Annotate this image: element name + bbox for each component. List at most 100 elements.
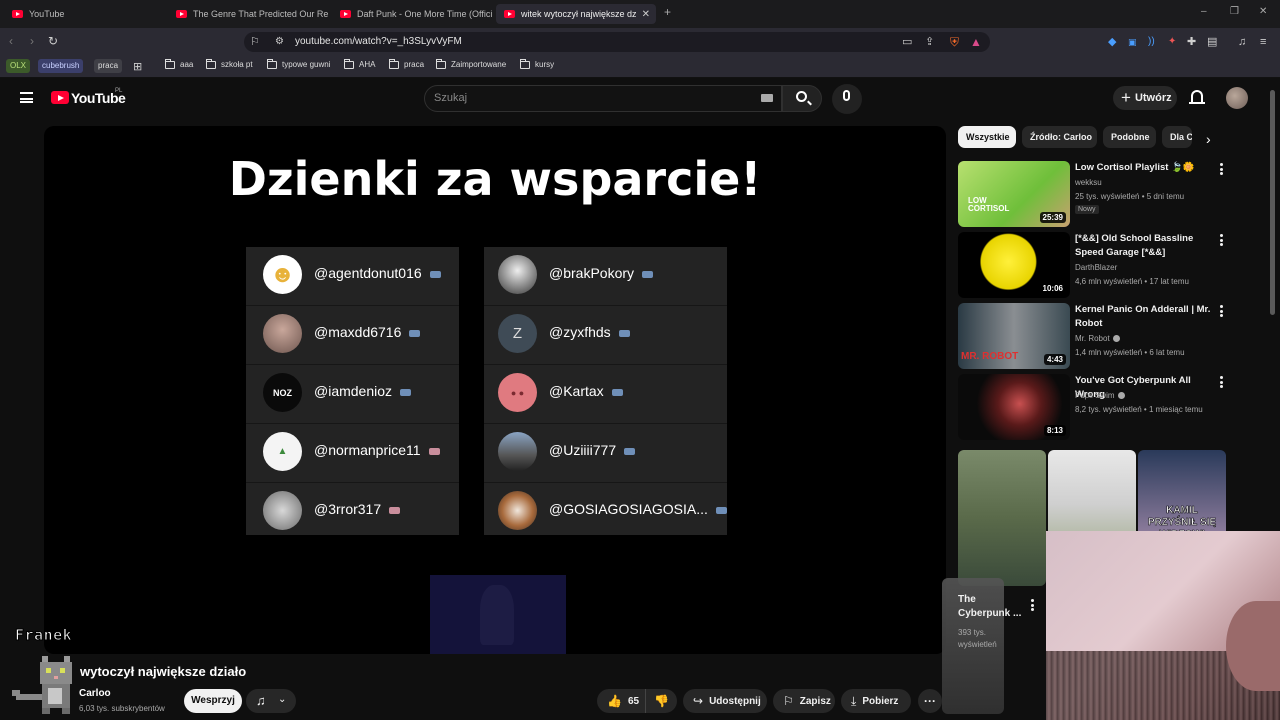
extension-icon[interactable]: ▣ — [1128, 34, 1137, 50]
tab-active-video[interactable]: witek wytoczył największe dział ✕ — [496, 4, 656, 24]
forward-icon[interactable]: › — [30, 33, 34, 49]
bookmark-olx[interactable]: OLX — [6, 59, 31, 73]
pixel-cat-icon — [12, 656, 72, 714]
bookmark-folder[interactable]: AHA — [344, 58, 375, 69]
bookmark-folder[interactable]: praca — [389, 58, 424, 69]
more-options-icon[interactable] — [1220, 376, 1223, 388]
chip-all[interactable]: Wszystkie — [958, 126, 1016, 148]
more-options-icon[interactable] — [1031, 599, 1034, 611]
more-options-icon[interactable] — [1220, 163, 1223, 175]
brave-shield-icon[interactable]: ⛨ — [950, 34, 959, 50]
thumbs-up-icon: 👍 — [607, 694, 622, 708]
tab-youtube[interactable]: YouTube — [4, 4, 164, 24]
more-options-icon[interactable] — [1220, 234, 1223, 246]
video-title[interactable]: The Cyberpunk ... — [958, 593, 1022, 621]
bookmark-praca[interactable]: praca — [94, 59, 123, 73]
sidebar-toggle-icon[interactable]: ▤ — [1207, 34, 1217, 50]
close-tab-icon[interactable]: ✕ — [642, 9, 650, 20]
page-scrollbar[interactable] — [1270, 90, 1275, 315]
more-options-icon[interactable] — [1220, 305, 1223, 317]
video-title[interactable]: [*&&] Old School Bassline Speed Garage [… — [1075, 232, 1211, 260]
cast-icon[interactable]: ▭ — [902, 34, 912, 50]
channel-name[interactable]: Mr. Robot — [1075, 334, 1120, 343]
video-thumbnail[interactable]: MR. ROBOT 4:43 — [958, 303, 1070, 369]
webcam-overlay — [1046, 531, 1280, 720]
account-avatar[interactable] — [1226, 87, 1248, 109]
chevron-right-icon[interactable]: › — [1206, 131, 1211, 147]
bookmark-folder[interactable]: kursy — [520, 58, 554, 69]
channel-name[interactable]: Carloo — [79, 688, 111, 699]
member-badge-icon — [409, 329, 421, 337]
bookmark-folder[interactable]: typowe guwni — [267, 58, 330, 69]
extension-icon[interactable]: )) — [1148, 34, 1155, 50]
tab-title: YouTube — [29, 9, 65, 19]
supporter-avatar: ● ● — [498, 373, 537, 412]
chip-for-you[interactable]: Dla C — [1162, 126, 1192, 148]
member-badge-icon — [624, 447, 636, 455]
video-duration: 8:13 — [1043, 425, 1066, 436]
tab-daft-punk[interactable]: Daft Punk - One More Time (Official — [332, 4, 492, 24]
tab-genre-video[interactable]: The Genre That Predicted Our Reality — [168, 4, 328, 24]
dislike-button[interactable]: 👎 — [645, 689, 677, 713]
supporter-name: @Uziiii777 — [549, 442, 636, 458]
video-thumbnail[interactable]: LOW CORTISOL 25:39 — [958, 161, 1070, 227]
channel-name[interactable]: wekksu — [1075, 178, 1102, 187]
like-button[interactable]: 👍 65 — [597, 689, 645, 713]
share-button[interactable]: ↪ Udostępnij — [683, 689, 767, 713]
reload-icon[interactable]: ↻ — [48, 33, 58, 49]
extension-icon[interactable]: ◆ — [1108, 34, 1116, 50]
recommendation-item[interactable]: 8:13 You've Got Cyberpunk All Wrong Pupi… — [958, 374, 1248, 440]
music-icon[interactable]: ♫ — [1238, 34, 1246, 50]
video-title[interactable]: Kernel Panic On Adderall | Mr. Robot — [1075, 303, 1211, 331]
apps-grid-icon[interactable]: ⊞ — [133, 59, 142, 75]
video-title[interactable]: Low Cortisol Playlist 🍃🌼 — [1075, 161, 1211, 175]
member-badge-icon — [429, 270, 441, 278]
share-page-icon[interactable]: ⇪ — [925, 34, 934, 50]
channel-name[interactable]: Pupil Swim — [1075, 391, 1125, 400]
create-button[interactable]: + Utwórz — [1113, 86, 1177, 110]
browser-tab-bar: YouTube The Genre That Predicted Our Rea… — [0, 0, 1280, 28]
download-button[interactable]: ⤓ Pobierz — [841, 689, 911, 713]
recommendation-item[interactable]: LOW CORTISOL 25:39 Low Cortisol Playlist… — [958, 161, 1248, 227]
back-icon[interactable]: ‹ — [9, 33, 13, 49]
supporter-avatar — [263, 314, 302, 353]
supporter-avatar — [498, 432, 537, 471]
video-title: wytoczył największe działo — [80, 664, 247, 679]
notifications-bell-icon[interactable] — [1189, 90, 1205, 104]
close-window-icon[interactable]: ✕ — [1259, 6, 1267, 17]
support-button[interactable]: Wesprzyj — [184, 689, 242, 713]
youtube-favicon-icon — [176, 10, 187, 18]
notification-settings-button[interactable]: ♫ ⌄ — [246, 689, 296, 713]
bookmark-folder[interactable]: szkoła pt — [206, 58, 253, 69]
supporter-name: @normanprice11 — [314, 442, 440, 458]
extensions-puzzle-icon[interactable]: ✚ — [1187, 34, 1196, 50]
new-tab-icon[interactable]: + — [664, 5, 671, 19]
brave-rewards-icon[interactable]: ▲ — [970, 34, 982, 50]
bookmark-folder[interactable]: Zaimportowane — [436, 58, 506, 69]
site-info-icon[interactable]: ⚙ — [275, 34, 284, 50]
chip-source-channel[interactable]: Źródło: Carloo — [1022, 126, 1097, 148]
short-thumbnail[interactable] — [958, 450, 1046, 586]
more-actions-button[interactable]: ··· — [918, 689, 942, 713]
bookmark-cubebrush[interactable]: cubebrush — [38, 59, 84, 73]
search-input[interactable] — [424, 85, 782, 112]
supporter-name: @3rror317 — [314, 501, 401, 517]
recommendation-item[interactable]: 10:06 [*&&] Old School Bassline Speed Ga… — [958, 232, 1248, 298]
recommendation-item[interactable]: MR. ROBOT 4:43 Kernel Panic On Adderall … — [958, 303, 1248, 369]
keyboard-icon[interactable] — [761, 94, 773, 102]
video-duration: 4:43 — [1043, 354, 1066, 365]
video-thumbnail[interactable]: 8:13 — [958, 374, 1070, 440]
menu-icon[interactable]: ≡ — [1260, 34, 1266, 50]
video-thumbnail[interactable]: 10:06 — [958, 232, 1070, 298]
chip-related[interactable]: Podobne — [1103, 126, 1156, 148]
bookmark-folder[interactable]: aaa — [165, 58, 193, 69]
save-button[interactable]: ⚐ Zapisz — [773, 689, 835, 713]
bookmark-icon[interactable]: ⚐ — [250, 34, 260, 50]
extension-icon[interactable]: ✦ — [1168, 34, 1176, 50]
minimize-icon[interactable]: – — [1201, 6, 1207, 17]
hamburger-menu-icon[interactable] — [20, 92, 33, 103]
restore-icon[interactable]: ❐ — [1230, 6, 1239, 17]
microphone-icon — [843, 90, 850, 101]
channel-name[interactable]: DarthBlazer — [1075, 263, 1117, 272]
youtube-logo-icon[interactable] — [51, 91, 69, 104]
